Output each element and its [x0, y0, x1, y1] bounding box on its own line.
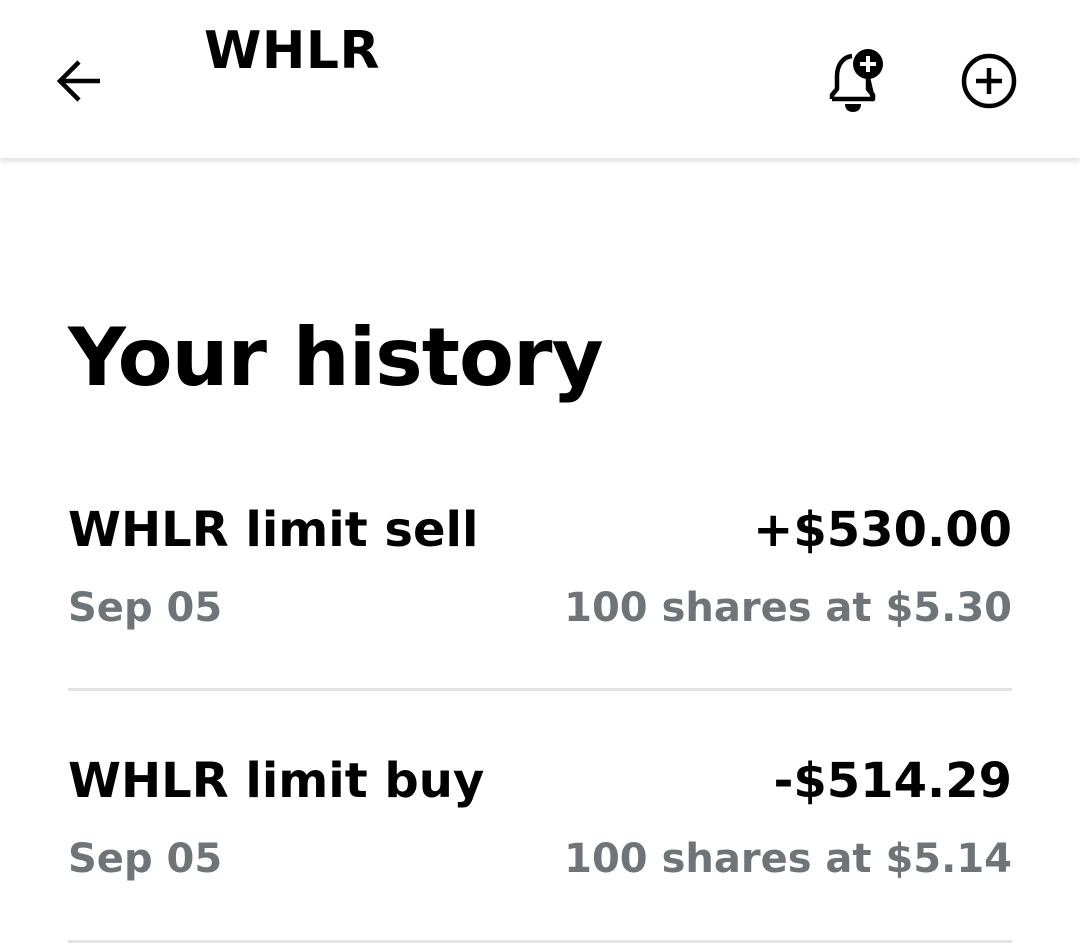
arrow-left-icon: [56, 60, 100, 102]
plus-circle-icon: [961, 53, 1017, 109]
history-item-detail: 100 shares at $5.14: [564, 836, 1012, 882]
history-item-name: WHLR limit sell: [68, 502, 479, 558]
history-item[interactable]: WHLR limit buy -$514.29 Sep 05 100 share…: [68, 751, 1012, 943]
back-button[interactable]: [48, 50, 110, 112]
history-item-amount: +$530.00: [753, 502, 1012, 558]
history-item-name: WHLR limit buy: [68, 753, 485, 809]
add-price-alert-button[interactable]: [818, 44, 890, 116]
history-item-amount: -$514.29: [773, 753, 1012, 809]
page-title: WHLR: [204, 21, 381, 81]
history-section-title: Your history: [68, 311, 604, 404]
add-to-list-button[interactable]: [954, 50, 1024, 112]
history-item-date: Sep 05: [68, 836, 223, 882]
history-item[interactable]: WHLR limit sell +$530.00 Sep 05 100 shar…: [68, 500, 1012, 691]
history-item-detail: 100 shares at $5.30: [564, 585, 1012, 631]
top-app-bar: WHLR: [0, 0, 1080, 159]
history-item-date: Sep 05: [68, 585, 223, 631]
bell-plus-icon: [829, 49, 883, 112]
